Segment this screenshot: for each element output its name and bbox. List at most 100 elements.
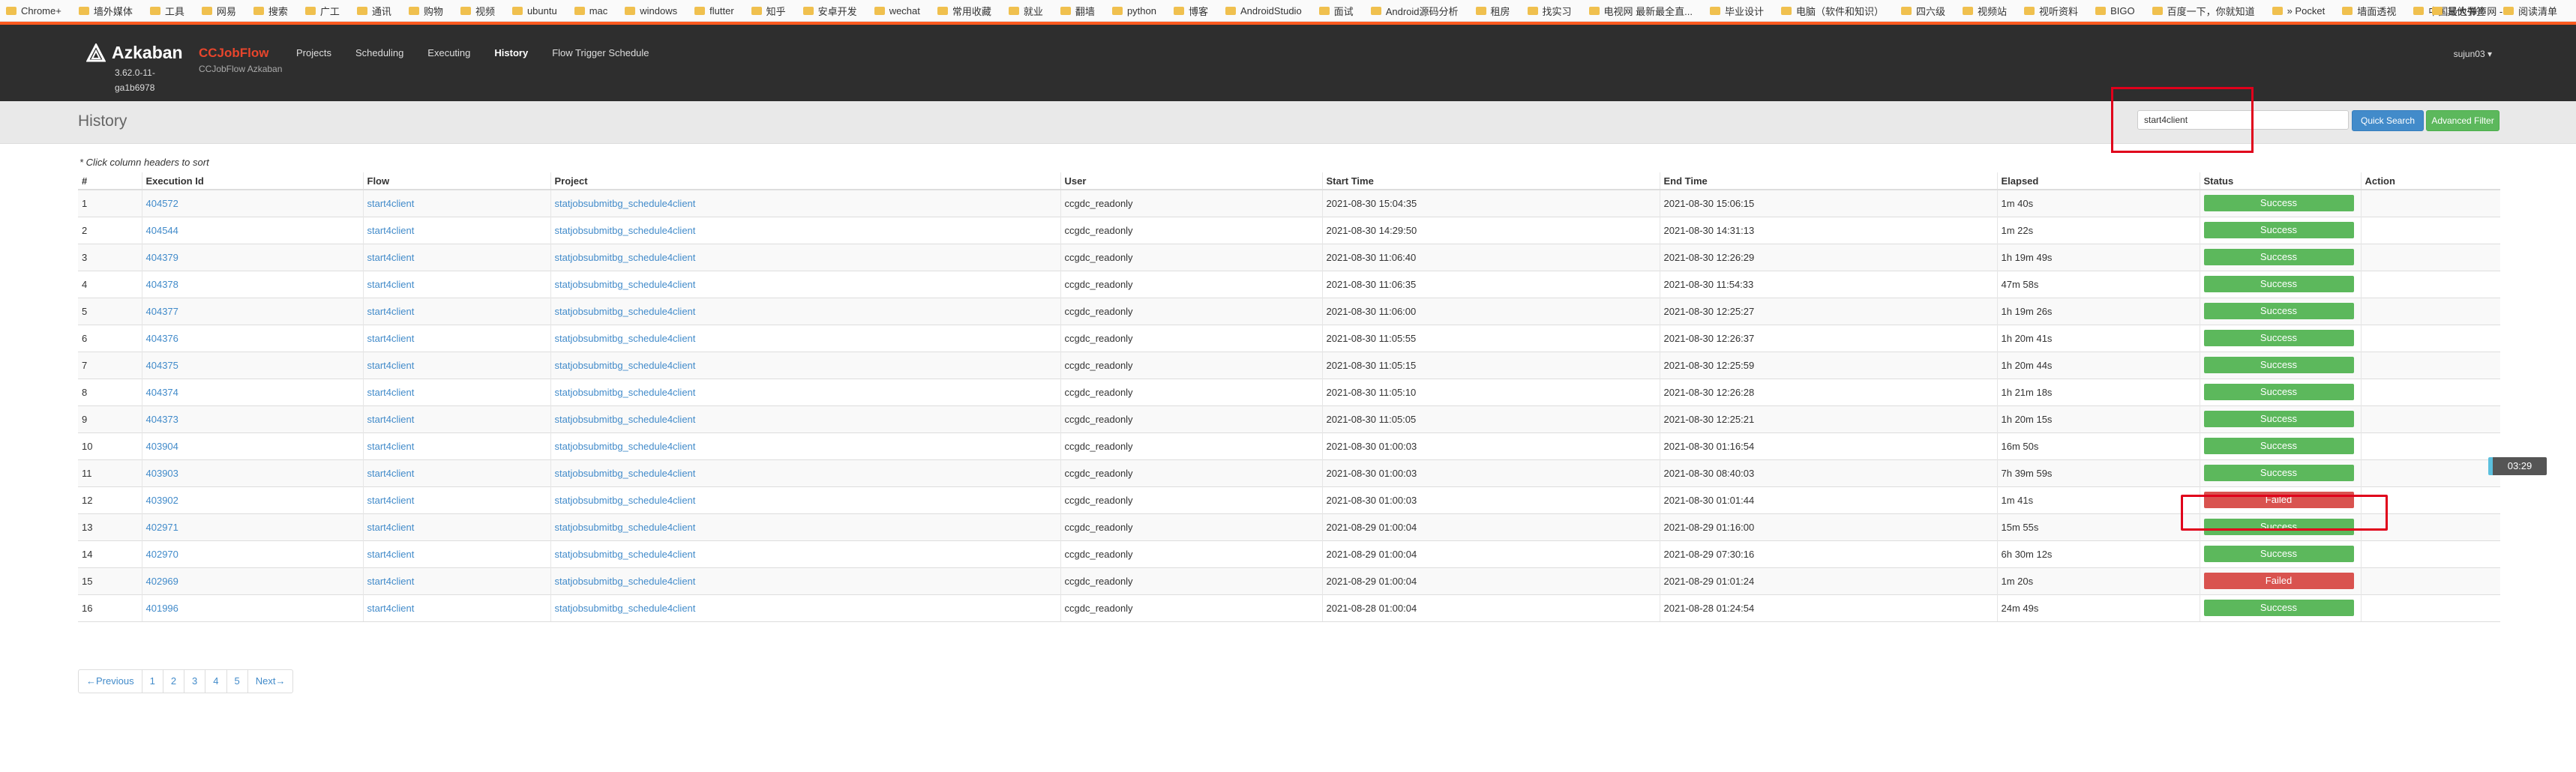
column-header-action[interactable]: Action xyxy=(2360,172,2500,190)
flow-link[interactable]: start4client xyxy=(367,279,415,290)
bookmark-item[interactable]: 电视网 最新最全直... xyxy=(1588,4,1693,18)
execution-id-link[interactable]: 401996 xyxy=(146,603,178,614)
execution-id-link[interactable]: 404373 xyxy=(146,414,178,425)
execution-id-link[interactable]: 404374 xyxy=(146,387,178,398)
bookmark-item[interactable]: Chrome+ xyxy=(6,5,61,16)
bookmark-item[interactable]: 通讯 xyxy=(356,4,391,18)
execution-id-link[interactable]: 403902 xyxy=(146,495,178,506)
execution-id-link[interactable]: 404375 xyxy=(146,360,178,371)
project-link[interactable]: statjobsubmitbg_schedule4client xyxy=(555,441,696,452)
project-link[interactable]: statjobsubmitbg_schedule4client xyxy=(555,360,696,371)
project-link[interactable]: statjobsubmitbg_schedule4client xyxy=(555,576,696,587)
column-header-end-time[interactable]: End Time xyxy=(1659,172,1997,190)
flow-link[interactable]: start4client xyxy=(367,603,415,614)
nav-link-flow-trigger-schedule[interactable]: Flow Trigger Schedule xyxy=(552,47,649,58)
column-header-elapsed[interactable]: Elapsed xyxy=(1996,172,2200,190)
bookmark-item[interactable]: 视听资料 xyxy=(2024,4,2078,18)
column-header-status[interactable]: Status xyxy=(2199,172,2361,190)
column-header-execution-id[interactable]: Execution Id xyxy=(141,172,363,190)
execution-id-link[interactable]: 402969 xyxy=(146,576,178,587)
bookmark-item[interactable]: 购物 xyxy=(408,4,443,18)
execution-id-link[interactable]: 404544 xyxy=(146,225,178,236)
bookmark-item[interactable]: 广工 xyxy=(304,4,340,18)
bookmark-item[interactable]: flutter xyxy=(694,5,734,16)
bookmark-item[interactable]: 毕业设计 xyxy=(1709,4,1764,18)
bookmark-item[interactable]: 翻墙 xyxy=(1060,4,1095,18)
bookmark-item[interactable]: AndroidStudio xyxy=(1225,5,1302,16)
bookmark-item[interactable]: 知乎 xyxy=(751,4,786,18)
flow-link[interactable]: start4client xyxy=(367,522,415,533)
flow-link[interactable]: start4client xyxy=(367,225,415,236)
project-link[interactable]: statjobsubmitbg_schedule4client xyxy=(555,468,696,479)
bookmark-item[interactable]: 博客 xyxy=(1173,4,1208,18)
bookmark-item[interactable]: 找实习 xyxy=(1527,4,1572,18)
nav-link-history[interactable]: History xyxy=(494,47,528,58)
flow-link[interactable]: start4client xyxy=(367,576,415,587)
bookmark-item[interactable]: 安卓开发 xyxy=(802,4,857,18)
bookmark-item[interactable]: wechat xyxy=(874,5,920,16)
project-link[interactable]: statjobsubmitbg_schedule4client xyxy=(555,603,696,614)
flow-link[interactable]: start4client xyxy=(367,495,415,506)
bookmark-item[interactable]: 电脑（软件和知识） xyxy=(1781,4,1884,18)
project-link[interactable]: statjobsubmitbg_schedule4client xyxy=(555,279,696,290)
execution-id-link[interactable]: 404378 xyxy=(146,279,178,290)
flow-link[interactable]: start4client xyxy=(367,333,415,344)
bookmark-item[interactable]: 其他书签 xyxy=(2431,4,2486,18)
flow-link[interactable]: start4client xyxy=(367,198,415,209)
bookmark-item[interactable]: 墙面透视 xyxy=(2342,4,2396,18)
project-link[interactable]: statjobsubmitbg_schedule4client xyxy=(555,549,696,560)
project-link[interactable]: statjobsubmitbg_schedule4client xyxy=(555,198,696,209)
advanced-filter-button[interactable]: Advanced Filter xyxy=(2426,110,2500,131)
project-link[interactable]: statjobsubmitbg_schedule4client xyxy=(555,387,696,398)
pagination-page[interactable]: 2 xyxy=(162,669,185,693)
project-link[interactable]: statjobsubmitbg_schedule4client xyxy=(555,333,696,344)
pagination-page[interactable]: 5 xyxy=(226,669,248,693)
execution-id-link[interactable]: 404379 xyxy=(146,252,178,263)
bookmark-item[interactable]: 视频站 xyxy=(1963,4,2007,18)
bookmark-item[interactable]: 常用收藏 xyxy=(937,4,991,18)
quick-search-button[interactable]: Quick Search xyxy=(2352,110,2424,131)
execution-id-link[interactable]: 404377 xyxy=(146,306,178,317)
flow-link[interactable]: start4client xyxy=(367,360,415,371)
project-link[interactable]: statjobsubmitbg_schedule4client xyxy=(555,414,696,425)
column-header-project[interactable]: Project xyxy=(550,172,1060,190)
nav-link-scheduling[interactable]: Scheduling xyxy=(355,47,403,58)
column-header-user[interactable]: User xyxy=(1060,172,1322,190)
bookmark-item[interactable]: mac xyxy=(574,5,607,16)
project-link[interactable]: statjobsubmitbg_schedule4client xyxy=(555,225,696,236)
bookmark-item[interactable]: 搜索 xyxy=(253,4,288,18)
flow-link[interactable]: start4client xyxy=(367,468,415,479)
execution-id-link[interactable]: 403903 xyxy=(146,468,178,479)
pagination-previous[interactable]: ←Previous xyxy=(78,669,142,693)
bookmark-item[interactable]: 墙外媒体 xyxy=(78,4,133,18)
project-link[interactable]: statjobsubmitbg_schedule4client xyxy=(555,495,696,506)
bookmark-item[interactable]: 百度一下，你就知道 xyxy=(2152,4,2255,18)
bookmark-item[interactable]: python xyxy=(1111,5,1156,16)
bookmark-item[interactable]: windows xyxy=(625,5,677,16)
flow-link[interactable]: start4client xyxy=(367,252,415,263)
bookmark-item[interactable]: 工具 xyxy=(149,4,184,18)
project-link[interactable]: statjobsubmitbg_schedule4client xyxy=(555,306,696,317)
column-header-flow[interactable]: Flow xyxy=(362,172,550,190)
execution-id-link[interactable]: 404572 xyxy=(146,198,178,209)
bookmark-item[interactable]: 网易 xyxy=(201,4,236,18)
execution-id-link[interactable]: 402970 xyxy=(146,549,178,560)
flow-link[interactable]: start4client xyxy=(367,387,415,398)
pagination-next[interactable]: Next→ xyxy=(247,669,294,693)
pagination-page[interactable]: 3 xyxy=(184,669,206,693)
column-header-[interactable]: # xyxy=(78,172,142,190)
bookmark-item[interactable]: 视频 xyxy=(460,4,495,18)
flow-link[interactable]: start4client xyxy=(367,414,415,425)
column-header-start-time[interactable]: Start Time xyxy=(1321,172,1660,190)
user-menu[interactable]: sujun03 ▾ xyxy=(2454,49,2492,59)
bookmark-item[interactable]: 面试 xyxy=(1318,4,1354,18)
bookmark-item[interactable]: 四六级 xyxy=(1901,4,1945,18)
logo[interactable]: Azkaban xyxy=(86,43,183,63)
bookmark-item[interactable]: BIGO xyxy=(2095,5,2135,16)
nav-link-executing[interactable]: Executing xyxy=(427,47,470,58)
bookmark-item[interactable]: Android源码分析 xyxy=(1370,4,1459,18)
flow-link[interactable]: start4client xyxy=(367,549,415,560)
bookmark-item[interactable]: 阅读清单 xyxy=(2503,4,2557,18)
execution-id-link[interactable]: 403904 xyxy=(146,441,178,452)
pagination-page[interactable]: 4 xyxy=(205,669,227,693)
